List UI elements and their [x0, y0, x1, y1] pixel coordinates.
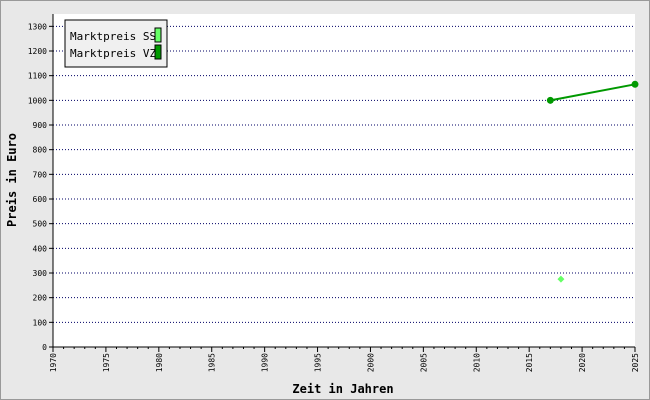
y-tick-label: 500 [33, 220, 48, 229]
legend-swatch-ss [154, 27, 162, 43]
x-tick-label: 2020 [578, 353, 587, 372]
y-tick-label: 100 [33, 318, 48, 327]
y-tick-label: 400 [33, 244, 48, 253]
price-chart: 0 100 200 300 400 500 600 700 800 900 1000 1100 1200… [0, 0, 650, 400]
x-tick-label: 1990 [261, 353, 270, 372]
y-tick-label: 700 [33, 170, 48, 179]
x-tick-label: 1975 [102, 353, 111, 372]
x-tick-label: 1980 [155, 353, 164, 372]
data-point [546, 96, 554, 104]
y-tick-label: 1100 [28, 72, 47, 81]
y-tick-label: 1000 [28, 96, 47, 105]
data-point [631, 80, 639, 88]
y-tick-label: 600 [33, 195, 48, 204]
x-tick-label: 2005 [419, 353, 428, 372]
x-axis-title: Zeit in Jahren [292, 382, 393, 396]
y-tick-label: 1200 [28, 47, 47, 56]
x-tick-label: 2025 [631, 353, 640, 372]
x-tick-label: 2000 [366, 353, 375, 372]
x-tick-label: 1970 [49, 353, 58, 372]
legend: Marktpreis SS Marktpreis VZ [64, 19, 168, 68]
x-tick-label: 1985 [208, 353, 217, 372]
legend-label-ss: Marktpreis SS [70, 30, 156, 43]
y-tick-label: 800 [33, 146, 48, 155]
y-axis-title: Preis in Euro [5, 133, 19, 227]
x-tick-label: 2010 [472, 353, 481, 372]
y-tick-label: 0 [42, 343, 47, 352]
y-tick-label: 900 [33, 121, 48, 130]
y-tick-label: 200 [33, 294, 48, 303]
legend-label-vz: Marktpreis VZ [70, 47, 156, 60]
x-tick-label: 1995 [314, 353, 323, 372]
legend-swatch-vz [154, 44, 162, 60]
y-tick-label: 1300 [28, 22, 47, 31]
x-tick-label: 2015 [525, 353, 534, 372]
y-tick-label: 300 [33, 269, 48, 278]
